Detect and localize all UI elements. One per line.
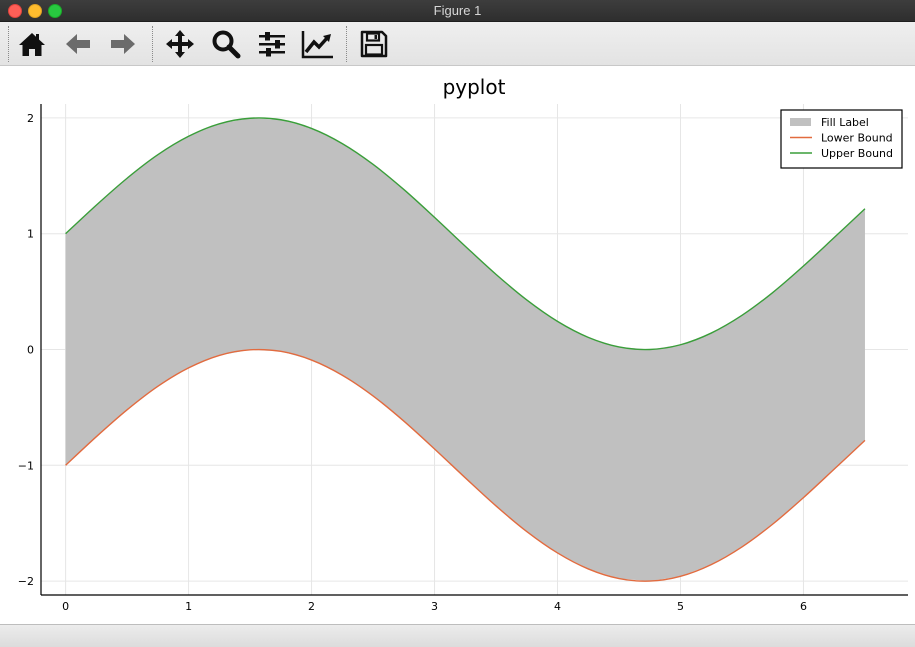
pan-button[interactable]	[162, 26, 198, 62]
arrow-left-icon	[66, 34, 90, 54]
x-tick-label: 3	[431, 600, 438, 613]
x-tick-label: 1	[185, 600, 192, 613]
sliders-icon	[259, 32, 285, 57]
fill-area	[65, 118, 865, 582]
y-tick-label: 0	[27, 344, 34, 357]
chart-line-icon	[301, 31, 333, 59]
x-tick-label: 6	[800, 600, 807, 613]
chart: 0 1 2 3 4 5 6 −2 −1 0 1 2 pyplot Fill Label Lower Bo…	[18, 75, 908, 613]
home-button[interactable]	[14, 26, 50, 62]
figure-canvas[interactable]: 0 1 2 3 4 5 6 −2 −1 0 1 2 pyplot Fill Label Lower Bo…	[0, 66, 915, 624]
x-tick-label: 4	[554, 600, 561, 613]
arrow-right-icon	[111, 34, 135, 54]
x-tick-label: 5	[677, 600, 684, 613]
x-tick-label: 0	[62, 600, 69, 613]
forward-button[interactable]	[105, 26, 141, 62]
navigation-toolbar	[0, 22, 915, 66]
zoom-button[interactable]	[208, 26, 244, 62]
legend-label: Fill Label	[821, 116, 869, 129]
toolbar-separator	[346, 26, 347, 62]
legend: Fill Label Lower Bound Upper Bound	[780, 109, 903, 169]
window-title-bar: Figure 1	[0, 0, 915, 22]
save-button[interactable]	[356, 26, 392, 62]
move-icon	[166, 30, 194, 58]
home-icon	[19, 33, 45, 56]
y-tick-label: −1	[18, 459, 34, 472]
status-bar	[0, 624, 915, 647]
legend-swatch-fill	[790, 118, 811, 126]
y-tick-label: 2	[27, 112, 34, 125]
y-tick-label: −2	[18, 575, 34, 588]
toolbar-grip[interactable]	[8, 26, 9, 62]
configure-subplots-button[interactable]	[254, 26, 290, 62]
back-button[interactable]	[60, 26, 96, 62]
legend-label: Lower Bound	[821, 132, 893, 145]
customize-button[interactable]	[300, 26, 336, 62]
window-title: Figure 1	[433, 3, 482, 18]
chart-title: pyplot	[443, 75, 506, 99]
toolbar-separator	[152, 26, 153, 62]
floppy-disk-icon	[360, 30, 388, 58]
legend-label: Upper Bound	[821, 147, 893, 160]
x-tick-label: 2	[308, 600, 315, 613]
magnifier-icon	[212, 30, 241, 59]
y-tick-label: 1	[27, 228, 34, 241]
